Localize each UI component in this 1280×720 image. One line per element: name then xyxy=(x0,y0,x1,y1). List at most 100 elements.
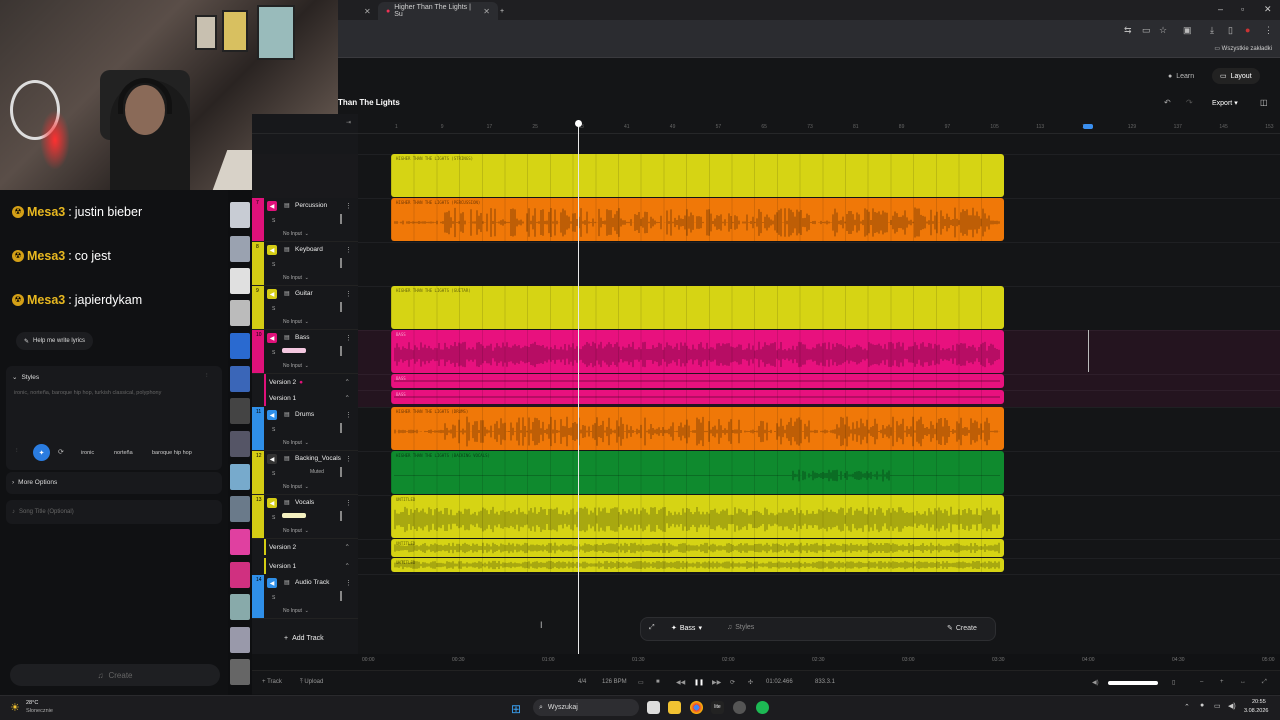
track-menu-icon[interactable]: ⋮ xyxy=(345,246,352,254)
magic-style-button[interactable]: ✦ xyxy=(33,444,50,461)
style-chip[interactable]: norteña xyxy=(109,446,138,460)
profile-avatar[interactable]: ● xyxy=(1245,25,1250,35)
playhead-handle[interactable] xyxy=(575,120,582,127)
track-header[interactable]: 10 ◀ ▤ Bass ⋮ S No Input ⌄ xyxy=(252,330,358,374)
audio-clip[interactable]: HIGHER THAN THE LIGHTS (BACKING VOCALS) xyxy=(391,451,1004,494)
bpm-display[interactable]: 126 BPM xyxy=(602,679,627,685)
input-select[interactable]: No Input ⌄ xyxy=(283,363,309,369)
tag-icon[interactable]: ⫶ xyxy=(16,448,18,455)
taskbar-search[interactable]: ⌕ Wyszukaj xyxy=(533,699,639,716)
learn-button[interactable]: ● Learn xyxy=(1160,68,1202,84)
time-ruler[interactable]: 00:00 00:30 01:00 01:30 02:00 02:30 03:00 03:30… xyxy=(358,654,1280,668)
zoom-in-icon[interactable]: + xyxy=(1220,679,1224,685)
track-name[interactable]: Bass xyxy=(295,334,309,341)
sidepanel-icon[interactable]: ▯ xyxy=(1228,25,1233,36)
track-menu-icon[interactable]: ⋮ xyxy=(345,202,352,210)
song-thumbnail[interactable] xyxy=(230,496,250,522)
track-menu-icon[interactable]: ⋮ xyxy=(345,290,352,298)
song-thumbnail[interactable] xyxy=(230,333,250,359)
volume-slider[interactable] xyxy=(1108,681,1158,685)
track-name[interactable]: Percussion xyxy=(295,202,327,209)
audio-clip[interactable]: BASS xyxy=(391,330,1004,373)
expand-version-icon[interactable]: ⌃ xyxy=(345,543,350,551)
add-track-footer-button[interactable]: + Track xyxy=(262,679,282,685)
snap-icon[interactable]: ✣ xyxy=(748,679,753,686)
mute-button[interactable]: ◀ xyxy=(267,454,277,464)
app-icon[interactable]: lite xyxy=(711,701,724,714)
time-signature[interactable]: 4/4 xyxy=(578,679,586,685)
new-tab-icon[interactable]: + xyxy=(500,2,504,20)
solo-button[interactable]: S xyxy=(272,262,275,268)
song-thumbnail[interactable] xyxy=(230,659,250,685)
song-thumbnail[interactable] xyxy=(230,268,250,294)
add-track-button[interactable]: + Add Track xyxy=(284,635,324,642)
cast-icon[interactable]: ▭ xyxy=(1142,25,1151,36)
input-select[interactable]: No Input ⌄ xyxy=(283,440,309,446)
volume-fader[interactable] xyxy=(340,302,342,312)
redo-icon[interactable]: ↷ xyxy=(1186,98,1193,107)
mute-button[interactable]: ◀ xyxy=(267,410,277,420)
song-thumbnail[interactable] xyxy=(230,529,250,555)
track-header[interactable]: 13 ◀ ▤ Vocals ⋮ S No Input ⌄ xyxy=(252,495,358,539)
style-chip[interactable]: ironic xyxy=(76,446,99,460)
styles-toggle[interactable]: ⌄ Styles xyxy=(12,373,39,382)
song-title[interactable]: Than The Lights xyxy=(338,98,400,107)
styles-lock-icon[interactable]: ⫶ xyxy=(206,373,208,380)
input-select[interactable]: No Input ⌄ xyxy=(283,528,309,534)
track-header[interactable]: 12 ◀ ▤ Backing_Vocals ⋮ S No Input ⌄ Mut… xyxy=(252,451,358,495)
volume-fader[interactable] xyxy=(340,511,342,521)
more-options-toggle[interactable]: › More Options xyxy=(12,479,57,486)
solo-button[interactable]: S xyxy=(272,218,275,224)
expand-version-icon[interactable]: ⌃ xyxy=(345,378,350,386)
weather-desc[interactable]: Słonecznie xyxy=(26,708,53,714)
audio-clip[interactable]: HIGHER THAN THE LIGHTS (STRINGS) xyxy=(391,154,1004,197)
undo-icon[interactable]: ↶ xyxy=(1164,98,1171,107)
shuffle-icon[interactable]: ⟳ xyxy=(58,448,64,456)
track-name[interactable]: Audio Track xyxy=(295,579,329,586)
create-button[interactable]: ♫ Create xyxy=(10,664,220,686)
song-title-input[interactable]: ♪ Song Title (Optional) xyxy=(12,509,74,515)
input-select[interactable]: No Input ⌄ xyxy=(283,231,309,237)
solo-button[interactable]: S xyxy=(272,471,275,477)
collapse-icon[interactable]: ⇥ xyxy=(346,119,351,126)
styles-field[interactable]: ♫ Styles xyxy=(727,624,754,631)
audio-clip[interactable]: HIGHER THAN THE LIGHTS (GUITAR) xyxy=(391,286,1004,329)
browser-tab-inactive[interactable]: ✕ xyxy=(364,2,371,20)
volume-fader[interactable] xyxy=(340,423,342,433)
close-icon[interactable]: ✕ xyxy=(364,7,371,16)
download-icon[interactable]: ⤓ xyxy=(1210,25,1214,36)
network-icon[interactable]: ▭ xyxy=(1214,702,1221,710)
star-icon[interactable]: ☆ xyxy=(1159,25,1167,36)
rewind-icon[interactable]: ◀◀ xyxy=(676,679,685,686)
version-row[interactable]: Version 1 ⌃ xyxy=(264,558,358,574)
file-explorer-icon[interactable] xyxy=(668,701,681,714)
track-name[interactable]: Vocals xyxy=(295,499,314,506)
extensions-icon[interactable]: ▣ xyxy=(1183,25,1192,36)
song-thumbnail[interactable] xyxy=(230,202,250,228)
expand-icon[interactable]: ⤢ xyxy=(649,624,655,632)
styles-input[interactable]: ironic, norteña, baroque hip hop, turkis… xyxy=(14,390,214,396)
audio-clip[interactable]: BASS xyxy=(391,390,1004,404)
version-row[interactable]: Version 2 ⌃ xyxy=(264,539,358,555)
track-header[interactable]: 11 ◀ ▤ Drums ⋮ S No Input ⌄ xyxy=(252,407,358,451)
expand-version-icon[interactable]: ⌃ xyxy=(345,394,350,402)
mute-button[interactable]: ◀ xyxy=(267,245,277,255)
track-header[interactable]: 8 ◀ ▤ Keyboard ⋮ S No Input ⌄ xyxy=(252,242,358,286)
address-bar[interactable]: ⇆ ▭ ☆ ▣ ⤓ ▯ ● ⋮ xyxy=(338,20,1280,42)
input-select[interactable]: No Input ⌄ xyxy=(283,275,309,281)
solo-button[interactable]: S xyxy=(272,350,275,356)
audio-clip[interactable]: HIGHER THAN THE LIGHTS (DRUMS) xyxy=(391,407,1004,450)
song-thumbnail[interactable] xyxy=(230,398,250,424)
volume-fader[interactable] xyxy=(340,591,342,601)
translate-icon[interactable]: ⇆ xyxy=(1124,25,1132,36)
layout-button[interactable]: ▭ Layout xyxy=(1212,68,1260,84)
track-menu-icon[interactable]: ⋮ xyxy=(345,499,352,507)
export-button[interactable]: Export ▾ xyxy=(1204,96,1246,110)
stop-icon[interactable]: ■ xyxy=(656,679,660,685)
help-write-lyrics-button[interactable]: ✎ Help me write lyrics xyxy=(16,332,94,350)
volume-fader[interactable] xyxy=(340,258,342,268)
solo-button[interactable]: S xyxy=(272,427,275,433)
version-row[interactable]: Version 1 ⌃ xyxy=(264,390,358,406)
bookmarks-folder[interactable]: ▭ Wszystkie zakładki xyxy=(1214,45,1272,52)
spotify-icon[interactable] xyxy=(756,701,769,714)
